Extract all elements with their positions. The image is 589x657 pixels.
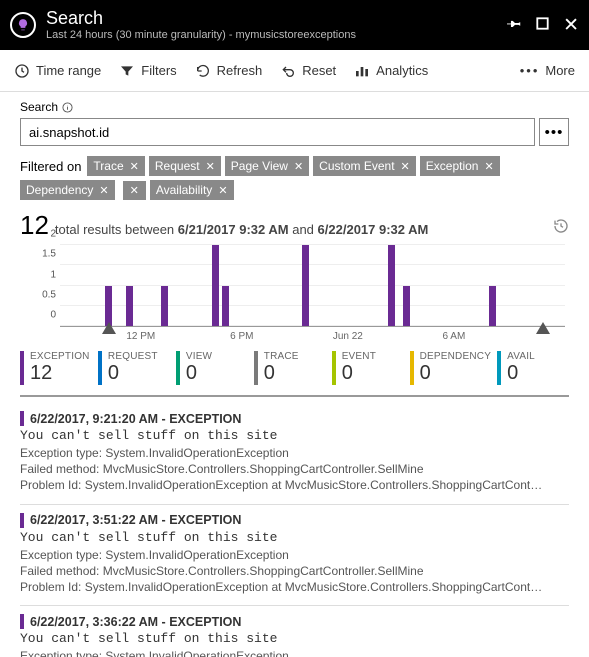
content-area: Search ••• Filtered on Trace✕Request✕Pag… — [0, 92, 589, 657]
pin-icon[interactable] — [507, 16, 522, 35]
results-summary: 12 total results between 6/21/2017 9:32 … — [20, 210, 569, 241]
history-icon[interactable] — [553, 218, 569, 239]
filters-label: Filters — [141, 63, 176, 78]
filtered-on-label: Filtered on — [20, 159, 81, 174]
chart-bar[interactable] — [388, 245, 395, 326]
chart-bar[interactable] — [403, 286, 410, 327]
chart-bar[interactable] — [212, 245, 219, 326]
lightbulb-icon — [10, 12, 36, 38]
search-more-button[interactable]: ••• — [539, 118, 569, 146]
legend-row: EXCEPTION12REQUEST0VIEW0TRACE0EVENT0DEPE… — [20, 351, 569, 385]
reset-label: Reset — [302, 63, 336, 78]
filter-chip[interactable]: Request✕ — [149, 156, 221, 176]
result-item[interactable]: 6/22/2017, 3:51:22 AM - EXCEPTIONYou can… — [20, 505, 569, 607]
chart-bar[interactable] — [489, 286, 496, 327]
legend-item[interactable]: EXCEPTION12 — [20, 351, 92, 385]
filter-chip[interactable]: Custom Event✕ — [313, 156, 416, 176]
results-list: 6/22/2017, 9:21:20 AM - EXCEPTIONYou can… — [20, 395, 569, 657]
analytics-button[interactable]: Analytics — [354, 63, 428, 79]
info-icon — [62, 102, 73, 113]
filter-chip[interactable]: Page View✕ — [225, 156, 309, 176]
analytics-label: Analytics — [376, 63, 428, 78]
more-label: More — [545, 63, 575, 78]
time-range-label: Time range — [36, 63, 101, 78]
refresh-button[interactable]: Refresh — [195, 63, 263, 79]
legend-item[interactable]: TRACE0 — [254, 351, 326, 385]
result-item[interactable]: 6/22/2017, 3:36:22 AM - EXCEPTIONYou can… — [20, 606, 569, 657]
reset-button[interactable]: Reset — [280, 63, 336, 79]
filter-chip[interactable]: Exception✕ — [420, 156, 500, 176]
results-chart[interactable]: 00.511.52 12 PM6 PMJun 226 AM — [20, 245, 569, 347]
result-item[interactable]: 6/22/2017, 9:21:20 AM - EXCEPTIONYou can… — [20, 403, 569, 505]
filter-chip[interactable]: Dependency✕ — [20, 180, 115, 200]
filter-chip[interactable]: Trace✕ — [87, 156, 144, 176]
legend-item[interactable]: VIEW0 — [176, 351, 248, 385]
page-title: Search — [46, 9, 507, 27]
window-header: Search Last 24 hours (30 minute granular… — [0, 0, 589, 50]
chart-bar[interactable] — [302, 245, 309, 326]
legend-item[interactable]: DEPENDENCY0 — [410, 351, 491, 385]
chart-bar[interactable] — [126, 286, 133, 327]
filters-button[interactable]: Filters — [119, 63, 176, 79]
more-button[interactable]: ••• More — [520, 63, 575, 78]
chart-bar[interactable] — [161, 286, 168, 327]
legend-item[interactable]: EVENT0 — [332, 351, 404, 385]
close-icon[interactable]: ✕ — [563, 16, 579, 35]
range-handle[interactable] — [536, 322, 550, 334]
maximize-icon[interactable] — [536, 17, 549, 34]
chart-bar[interactable] — [222, 286, 229, 327]
filter-chip-clear[interactable]: ✕ — [123, 181, 146, 200]
legend-item[interactable]: REQUEST0 — [98, 351, 170, 385]
chart-bar[interactable] — [105, 286, 112, 327]
time-range-button[interactable]: Time range — [14, 63, 101, 79]
legend-item[interactable]: AVAIL0 — [497, 351, 569, 385]
search-label: Search — [20, 100, 569, 114]
search-input[interactable] — [20, 118, 535, 146]
filter-chip-row: Filtered on Trace✕Request✕Page View✕Cust… — [20, 156, 569, 200]
range-handle[interactable] — [102, 322, 116, 334]
page-subtitle: Last 24 hours (30 minute granularity) - … — [46, 29, 507, 41]
toolbar: Time range Filters Refresh Reset Analyti… — [0, 50, 589, 92]
refresh-label: Refresh — [217, 63, 263, 78]
filter-chip[interactable]: Availability✕ — [150, 180, 234, 200]
